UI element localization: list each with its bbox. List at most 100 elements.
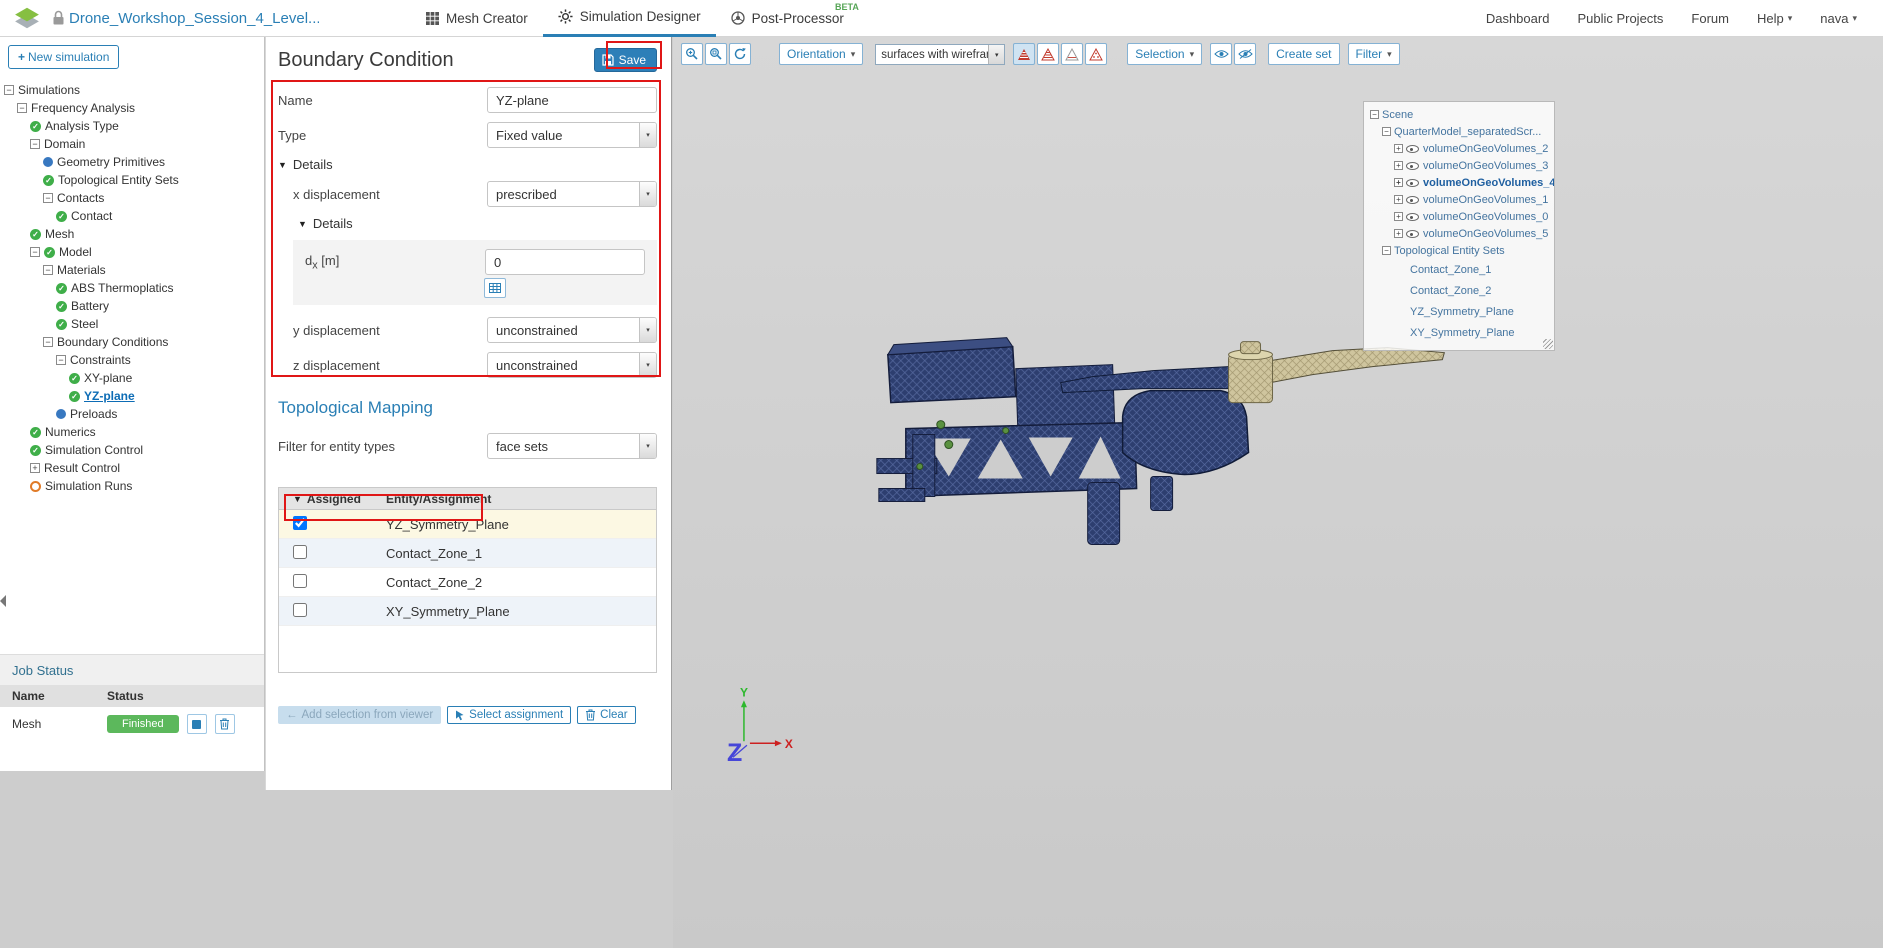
- assignment-checkbox[interactable]: [293, 602, 307, 617]
- clear-button[interactable]: Clear: [577, 706, 636, 724]
- tree-item-simulations[interactable]: − Simulations: [0, 81, 264, 99]
- scene-tree-item-volumeongeovolumes-3[interactable]: + volumeOnGeoVolumes_3: [1364, 157, 1554, 174]
- zoom-extents-button[interactable]: [705, 43, 727, 65]
- scene-tree-item-xy-symmetry-plane[interactable]: XY_Symmetry_Plane: [1364, 322, 1554, 343]
- expand-icon[interactable]: +: [1394, 161, 1403, 170]
- tree-item-simulation-runs[interactable]: Simulation Runs: [0, 477, 264, 495]
- scene-tree-item-volumeongeovolumes-2[interactable]: + volumeOnGeoVolumes_2: [1364, 140, 1554, 157]
- scene-tree-resize-handle[interactable]: [1543, 339, 1553, 349]
- collapse-icon[interactable]: −: [1382, 246, 1391, 255]
- scene-tree-item-yz-symmetry-plane[interactable]: YZ_Symmetry_Plane: [1364, 301, 1554, 322]
- points-triangle-toggle[interactable]: [1085, 43, 1108, 65]
- sidebar-collapse-handle[interactable]: [0, 595, 6, 607]
- y-displacement-select[interactable]: unconstrained ▾: [487, 317, 657, 343]
- scene-tree-item-quartermodel-separatedscr[interactable]: − QuarterModel_separatedScr...: [1364, 123, 1554, 140]
- assignment-checkbox[interactable]: [293, 515, 307, 530]
- tree-item-numerics[interactable]: ✓ Numerics: [0, 423, 264, 441]
- assignment-checkbox[interactable]: [293, 544, 307, 559]
- link-dashboard[interactable]: Dashboard: [1486, 11, 1550, 26]
- tree-item-analysis-type[interactable]: ✓ Analysis Type: [0, 117, 264, 135]
- mesh-surface-toggle[interactable]: [1013, 43, 1036, 65]
- user-menu[interactable]: nava ▾: [1820, 11, 1857, 26]
- tab-simulation-designer[interactable]: Simulation Designer: [542, 0, 716, 37]
- hide-selection-button[interactable]: [1210, 43, 1233, 65]
- table-row-contact-zone-2[interactable]: Contact_Zone_2: [279, 568, 656, 597]
- collapse-icon[interactable]: −: [43, 193, 53, 203]
- surface-triangle-toggle[interactable]: [1061, 43, 1084, 65]
- tree-item-yz-plane[interactable]: ✓ YZ-plane: [0, 387, 264, 405]
- tree-item-boundary-conditions[interactable]: − Boundary Conditions: [0, 333, 264, 351]
- scene-tree-item-topological-entity-sets[interactable]: − Topological Entity Sets: [1364, 242, 1554, 259]
- viewer-canvas[interactable]: Y X Z: [673, 37, 1883, 948]
- filter-dropdown[interactable]: Filter ▾: [1347, 43, 1400, 65]
- entity-type-filter-select[interactable]: face sets ▾: [487, 433, 657, 459]
- expand-icon[interactable]: +: [1394, 178, 1403, 187]
- tree-item-domain[interactable]: − Domain: [0, 135, 264, 153]
- visibility-eye-icon[interactable]: [1406, 160, 1419, 171]
- collapse-icon[interactable]: −: [56, 355, 66, 365]
- render-mode-select[interactable]: surfaces with wireframe ▾: [875, 44, 1006, 65]
- selection-dropdown[interactable]: Selection ▾: [1127, 43, 1203, 65]
- x-displacement-select[interactable]: prescribed ▾: [487, 181, 657, 207]
- tree-item-result-control[interactable]: + Result Control: [0, 459, 264, 477]
- z-displacement-select[interactable]: unconstrained ▾: [487, 352, 657, 378]
- tree-item-constraints[interactable]: − Constraints: [0, 351, 264, 369]
- help-menu[interactable]: Help ▾: [1757, 11, 1792, 26]
- scene-tree-item-contact-zone-1[interactable]: Contact_Zone_1: [1364, 259, 1554, 280]
- collapse-icon[interactable]: −: [43, 337, 53, 347]
- app-logo[interactable]: [10, 4, 44, 32]
- inner-details-section-header[interactable]: ▼ Details: [293, 216, 657, 231]
- visibility-eye-icon[interactable]: [1406, 177, 1419, 188]
- dx-input[interactable]: [485, 249, 645, 275]
- drone-model[interactable]: [876, 337, 1446, 545]
- scene-tree-item-scene[interactable]: − Scene: [1364, 106, 1554, 123]
- scene-tree-item-volumeongeovolumes-0[interactable]: + volumeOnGeoVolumes_0: [1364, 208, 1554, 225]
- expand-icon[interactable]: +: [1394, 229, 1403, 238]
- scene-tree-item-contact-zone-2[interactable]: Contact_Zone_2: [1364, 280, 1554, 301]
- new-simulation-button[interactable]: + New simulation: [8, 45, 120, 69]
- tree-item-mesh[interactable]: ✓ Mesh: [0, 225, 264, 243]
- job-delete-button[interactable]: [214, 714, 235, 734]
- tree-item-battery[interactable]: ✓ Battery: [0, 297, 264, 315]
- collapse-icon[interactable]: −: [1370, 110, 1379, 119]
- scene-tree-item-volumeongeovolumes-1[interactable]: + volumeOnGeoVolumes_1: [1364, 191, 1554, 208]
- link-public-projects[interactable]: Public Projects: [1577, 11, 1663, 26]
- collapse-icon[interactable]: −: [30, 247, 40, 257]
- table-row-yz-symmetry-plane[interactable]: YZ_Symmetry_Plane: [279, 510, 656, 539]
- assignment-checkbox[interactable]: [293, 573, 307, 588]
- visibility-eye-icon[interactable]: [1406, 228, 1419, 239]
- select-assignment-button[interactable]: Select assignment: [447, 706, 572, 724]
- tree-item-preloads[interactable]: Preloads: [0, 405, 264, 423]
- visibility-eye-icon[interactable]: [1406, 211, 1419, 222]
- tree-item-steel[interactable]: ✓ Steel: [0, 315, 264, 333]
- tree-item-topological-entity-sets[interactable]: ✓ Topological Entity Sets: [0, 171, 264, 189]
- collapse-icon[interactable]: −: [43, 265, 53, 275]
- collapse-icon[interactable]: −: [17, 103, 27, 113]
- refresh-button[interactable]: [729, 43, 751, 65]
- tree-item-contacts[interactable]: − Contacts: [0, 189, 264, 207]
- save-button[interactable]: Save: [593, 48, 657, 72]
- link-forum[interactable]: Forum: [1691, 11, 1729, 26]
- name-input[interactable]: [487, 87, 657, 113]
- scene-tree-item-volumeongeovolumes-5[interactable]: + volumeOnGeoVolumes_5: [1364, 225, 1554, 242]
- expand-icon[interactable]: +: [30, 463, 40, 473]
- tab-post-processor[interactable]: Post-Processor BETA: [716, 0, 859, 37]
- triangle-down-icon[interactable]: ▼: [293, 494, 302, 504]
- tree-item-contact[interactable]: ✓ Contact: [0, 207, 264, 225]
- type-select[interactable]: Fixed value ▾: [487, 122, 657, 148]
- orientation-dropdown[interactable]: Orientation ▾: [779, 43, 864, 65]
- expand-icon[interactable]: +: [1394, 212, 1403, 221]
- tab-mesh-creator[interactable]: Mesh Creator: [411, 0, 543, 37]
- collapse-icon[interactable]: −: [1382, 127, 1391, 136]
- collapse-icon[interactable]: −: [30, 139, 40, 149]
- viewer-3d[interactable]: Y X Z Orientation ▾ surfaces with wirefr…: [673, 37, 1883, 948]
- tree-item-frequency-analysis[interactable]: − Frequency Analysis: [0, 99, 264, 117]
- project-title[interactable]: Drone_Workshop_Session_4_Level...: [69, 10, 319, 27]
- visibility-eye-icon[interactable]: [1406, 194, 1419, 205]
- create-set-button[interactable]: Create set: [1268, 43, 1340, 65]
- expand-icon[interactable]: +: [1394, 195, 1403, 204]
- table-input-button[interactable]: [484, 278, 506, 298]
- tree-item-model[interactable]: − ✓ Model: [0, 243, 264, 261]
- table-row-xy-symmetry-plane[interactable]: XY_Symmetry_Plane: [279, 597, 656, 626]
- expand-icon[interactable]: +: [1394, 144, 1403, 153]
